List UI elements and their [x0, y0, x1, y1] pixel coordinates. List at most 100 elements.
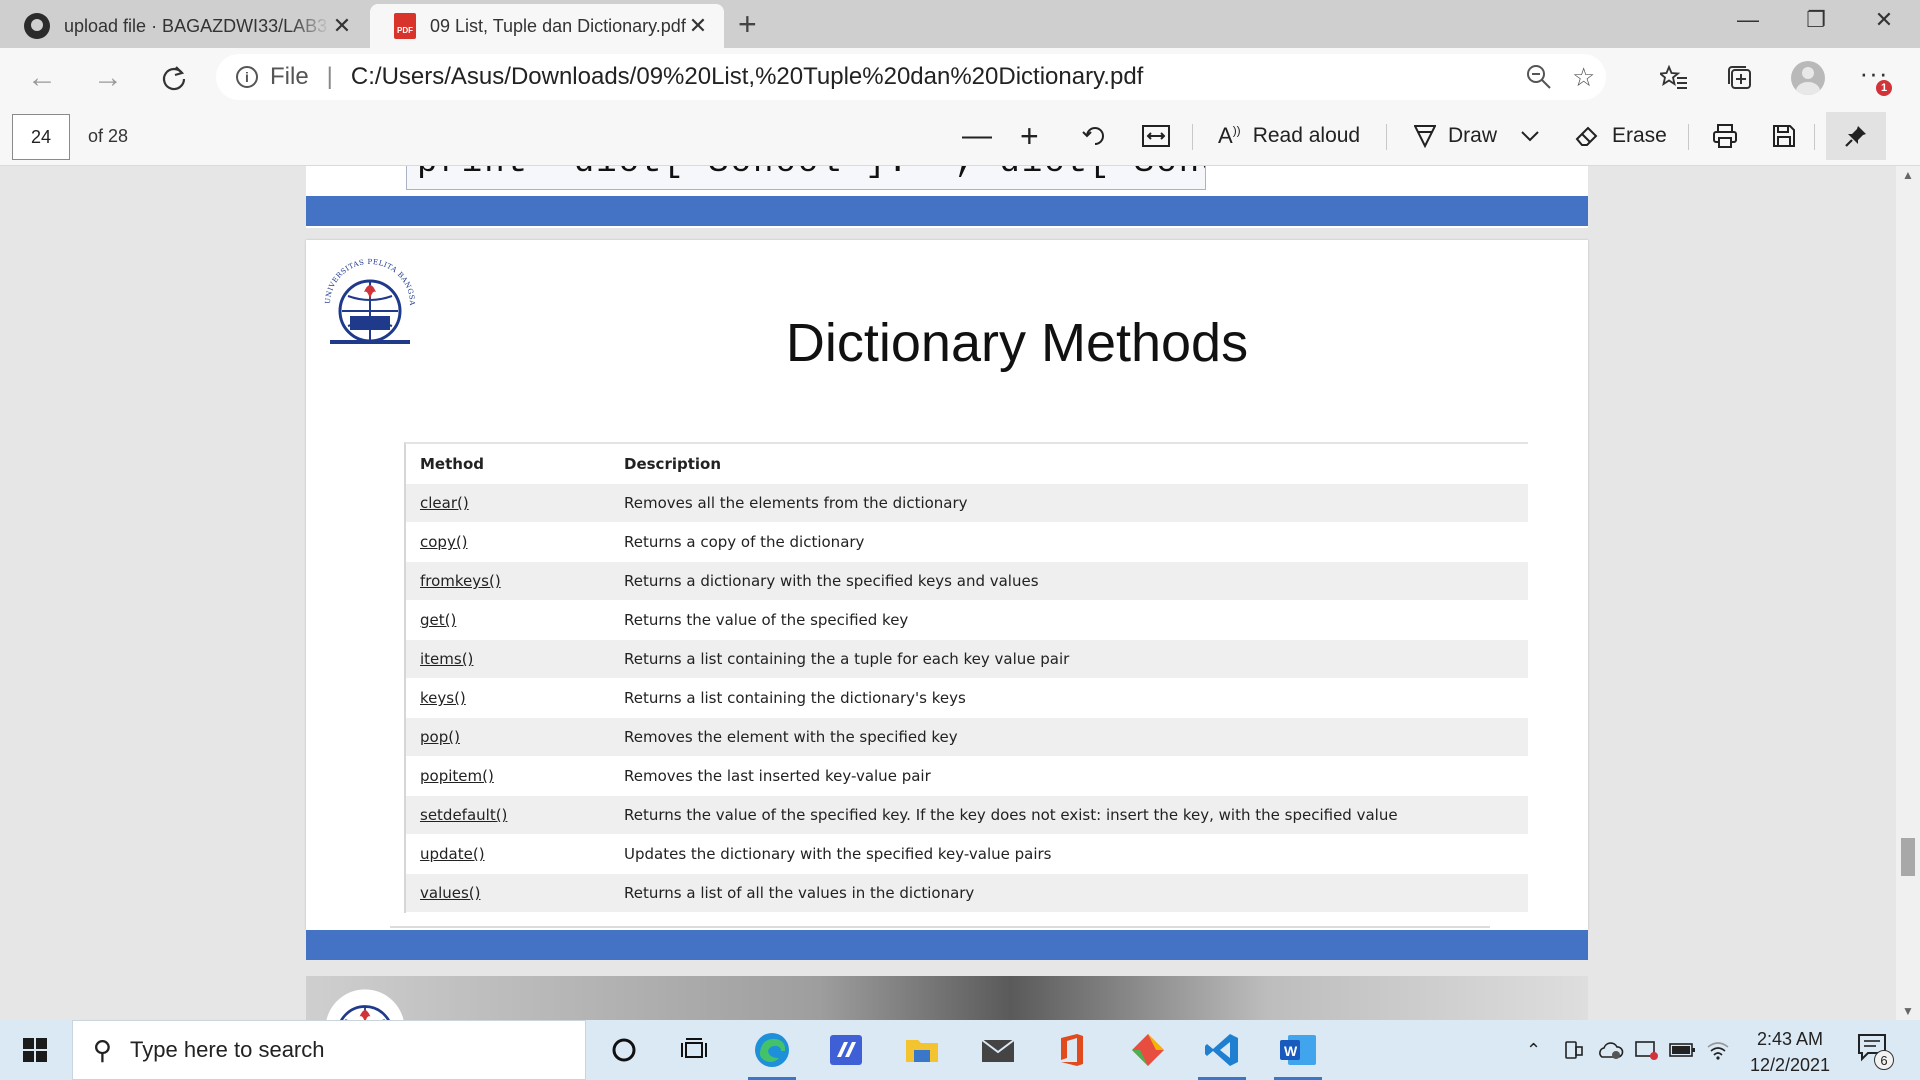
collections-icon[interactable] — [1718, 56, 1762, 100]
refresh-button[interactable] — [152, 56, 196, 100]
profile-button[interactable] — [1786, 56, 1830, 100]
table-row: clear() Removes all the elements from the… — [406, 484, 1528, 523]
method-link[interactable]: update() — [420, 845, 485, 863]
close-tab-icon[interactable]: ✕ — [686, 13, 710, 39]
windows-icon — [23, 1038, 47, 1062]
new-tab-button[interactable]: + — [738, 6, 757, 43]
notification-count: 6 — [1874, 1050, 1894, 1070]
close-tab-icon[interactable]: ✕ — [330, 13, 354, 39]
fit-width-button[interactable] — [1142, 116, 1170, 156]
method-link[interactable]: copy() — [420, 533, 468, 551]
pin-icon — [1845, 126, 1866, 147]
clock-date: 12/2/2021 — [1749, 1055, 1831, 1075]
vertical-scrollbar[interactable]: ▲ ▼ — [1896, 166, 1920, 1020]
method-description: Returns a list containing the dictionary… — [624, 689, 966, 707]
save-icon — [1773, 125, 1795, 147]
settings-more-button[interactable]: ··· 1 — [1852, 56, 1896, 100]
address-bar[interactable]: i File | C:/Users/Asus/Downloads/09%20Li… — [216, 54, 1606, 100]
scroll-thumb[interactable] — [1901, 838, 1915, 876]
device-icon[interactable] — [1562, 1020, 1584, 1080]
refresh-icon — [162, 66, 186, 91]
slide-band-top — [306, 196, 1588, 226]
taskbar-search[interactable]: ⚲ Type here to search — [72, 1020, 586, 1080]
restore-button[interactable]: ❐ — [1788, 0, 1844, 40]
task-view-icon — [681, 1038, 707, 1058]
zoom-out-button[interactable]: — — [962, 116, 992, 156]
method-link[interactable]: popitem() — [420, 767, 494, 785]
draw-button[interactable]: Draw — [1414, 116, 1497, 156]
method-link[interactable]: keys() — [420, 689, 466, 707]
mail-icon[interactable] — [968, 1026, 1028, 1074]
next-page — [306, 976, 1588, 1020]
cortana-icon — [612, 1038, 636, 1062]
visual-studio-code-alt-icon[interactable] — [816, 1026, 876, 1074]
word-icon[interactable]: W — [1268, 1026, 1328, 1080]
start-button[interactable] — [0, 1020, 70, 1080]
pin-toolbar-button[interactable] — [1826, 112, 1886, 160]
method-link[interactable]: setdefault() — [420, 806, 507, 824]
table-row: update() Updates the dictionary with the … — [406, 835, 1528, 874]
vscode-icon[interactable] — [1192, 1026, 1252, 1080]
back-button[interactable]: ← — [20, 56, 64, 100]
draw-options-chevron-down-icon[interactable] — [1520, 116, 1540, 156]
scheme-label: File — [270, 63, 309, 90]
forward-button[interactable]: → — [86, 56, 130, 100]
favorites-icon[interactable] — [1652, 56, 1696, 100]
table-row: fromkeys() Returns a dictionary with the … — [406, 562, 1528, 601]
git-app-icon[interactable] — [1118, 1026, 1178, 1074]
table-row: pop() Removes the element with the specif… — [406, 718, 1528, 757]
close-window-button[interactable]: ✕ — [1856, 0, 1912, 40]
task-view-button[interactable] — [664, 1026, 724, 1074]
save-button[interactable] — [1772, 116, 1796, 156]
method-description: Returns a list of all the values in the … — [624, 884, 975, 902]
method-description: Updates the dictionary with the specifie… — [624, 845, 1052, 863]
tab-strip: upload file · BAGAZDWI33/LAB3 ✕ PDF 09 L… — [0, 0, 1920, 48]
pdf-viewer[interactable]: print "dict['School']: ", dict['School']… — [0, 166, 1920, 1020]
method-link[interactable]: values() — [420, 884, 481, 902]
minimize-button[interactable]: — — [1720, 0, 1776, 40]
tab-pdf[interactable]: PDF 09 List, Tuple dan Dictionary.pdf ✕ — [370, 4, 724, 48]
update-badge: 1 — [1876, 80, 1892, 96]
table-row: keys() Returns a list containing the dict… — [406, 679, 1528, 718]
draw-label: Draw — [1448, 124, 1498, 147]
table-row: popitem() Removes the last inserted key-v… — [406, 757, 1528, 796]
scroll-up-icon[interactable]: ▲ — [1902, 168, 1914, 182]
favorite-star-icon[interactable]: ☆ — [1572, 54, 1595, 100]
meet-now-icon[interactable] — [1634, 1020, 1660, 1080]
show-hidden-icons-chevron-up-icon[interactable]: ⌃ — [1526, 1020, 1541, 1080]
zoom-in-button[interactable]: + — [1020, 116, 1039, 156]
action-center-button[interactable]: 6 — [1856, 1032, 1894, 1070]
onedrive-icon[interactable] — [1596, 1020, 1624, 1080]
read-aloud-icon: A)) — [1218, 123, 1241, 148]
erase-button[interactable]: Erase — [1574, 116, 1667, 156]
read-aloud-button[interactable]: A)) Read aloud — [1218, 116, 1360, 156]
method-link[interactable]: get() — [420, 611, 456, 629]
method-link[interactable]: pop() — [420, 728, 460, 746]
method-description: Removes the element with the specified k… — [624, 728, 958, 746]
scroll-down-icon[interactable]: ▼ — [1902, 1004, 1914, 1018]
table-row: setdefault() Returns the value of the spe… — [406, 796, 1528, 835]
info-icon[interactable]: i — [236, 66, 258, 88]
slide-band-bottom — [306, 930, 1588, 960]
method-link[interactable]: fromkeys() — [420, 572, 501, 590]
wifi-icon[interactable] — [1706, 1020, 1730, 1080]
print-button[interactable] — [1712, 116, 1738, 156]
zoom-icon[interactable] — [1526, 54, 1552, 100]
navigation-bar: ← → i File | C:/Users/Asus/Downloads/09%… — [0, 48, 1920, 106]
pdf-page: UNIVERSITAS PELITA BANGSA Dictionary Met… — [306, 240, 1588, 930]
page-total: of 28 — [88, 126, 129, 146]
tab-title: upload file · BAGAZDWI33/LAB3 — [64, 15, 328, 36]
method-description: Returns a dictionary with the specified … — [624, 572, 1039, 590]
page-number-input[interactable]: 24 — [12, 114, 70, 160]
edge-taskbar-icon[interactable] — [742, 1026, 802, 1080]
method-link[interactable]: clear() — [420, 494, 469, 512]
rotate-button[interactable] — [1082, 116, 1108, 156]
tab-github[interactable]: upload file · BAGAZDWI33/LAB3 ✕ — [0, 4, 368, 48]
battery-icon[interactable] — [1668, 1020, 1696, 1080]
system-clock[interactable]: 2:43 AM 12/2/2021 — [1740, 1026, 1840, 1078]
cortana-button[interactable] — [594, 1026, 654, 1074]
office-icon[interactable] — [1042, 1026, 1102, 1074]
method-link[interactable]: items() — [420, 650, 473, 668]
search-icon: ⚲ — [93, 1034, 113, 1065]
file-explorer-icon[interactable] — [892, 1026, 952, 1074]
